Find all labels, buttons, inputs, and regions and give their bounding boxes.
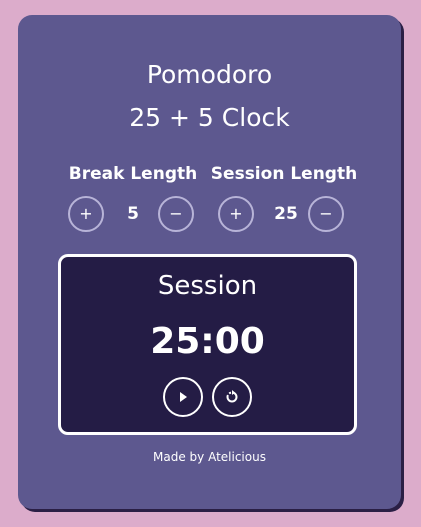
reset-icon	[226, 390, 238, 403]
time-left: 25:00	[150, 321, 265, 362]
timer-label: Session	[157, 271, 258, 301]
footer-credit: Made by Atelicious	[153, 450, 266, 464]
session-increment-button[interactable]: +	[218, 196, 254, 232]
timer-display: Session 25:00	[58, 254, 357, 435]
session-length-value: 25	[274, 204, 298, 224]
reset-button[interactable]	[212, 377, 252, 417]
play-icon	[180, 392, 187, 402]
app-title: Pomodoro	[146, 60, 273, 89]
start-stop-button[interactable]	[163, 377, 203, 417]
pomodoro-card: Pomodoro 25 + 5 Clock Break Length Sessi…	[18, 15, 401, 509]
break-length-value: 5	[127, 204, 139, 224]
break-decrement-button[interactable]: −	[158, 196, 194, 232]
session-decrement-button[interactable]: −	[308, 196, 344, 232]
session-length-label: Session Length	[210, 164, 358, 184]
break-length-label: Break Length	[68, 164, 198, 184]
app-subtitle: 25 + 5 Clock	[129, 103, 290, 132]
break-increment-button[interactable]: +	[68, 196, 104, 232]
